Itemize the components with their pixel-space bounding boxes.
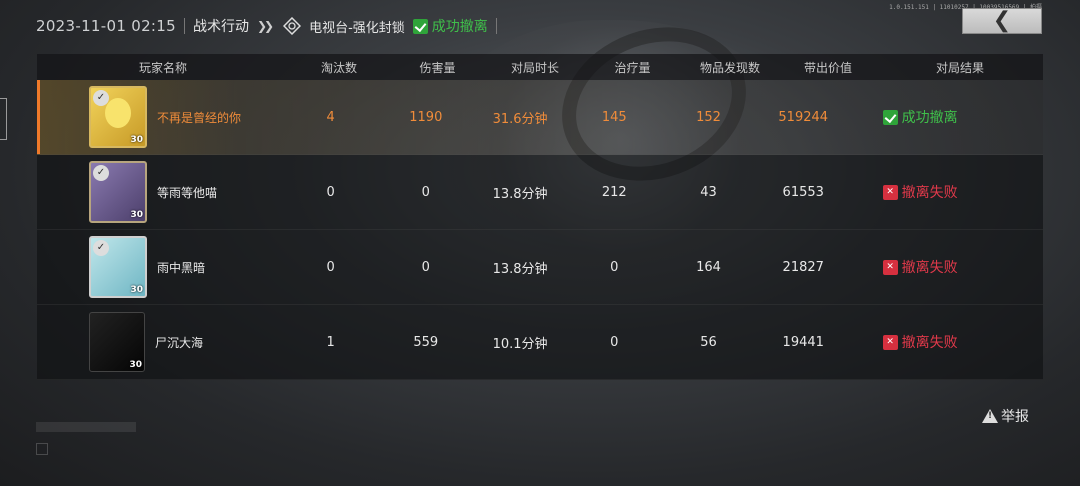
items-value: 164 (696, 259, 721, 275)
avatar-image (105, 98, 131, 128)
duration-value: 13.8分钟 (492, 186, 548, 202)
table-row[interactable]: ✓ 30 等雨等他喵 0 0 13.8分钟 212 43 61553 ✕ 撤离失… (37, 155, 1043, 230)
avatar[interactable]: ✓ 30 (89, 161, 147, 223)
rank-shield-icon: ✓ (93, 165, 109, 181)
background-ghost-box (36, 443, 48, 455)
rank-shield-icon: ✓ (93, 240, 109, 256)
result-status: ✕ 撤离失败 (851, 332, 1043, 352)
player-name: 尸沉大海 (155, 335, 204, 350)
kills-value: 0 (326, 184, 335, 200)
player-name: 等雨等他喵 (157, 185, 218, 200)
heal-value: 0 (610, 334, 619, 350)
report-label: 举报 (1001, 409, 1029, 425)
extract-value: 519244 (778, 109, 829, 125)
result-status: 成功撤离 (851, 107, 1043, 127)
player-name: 不再是曾经的你 (157, 110, 242, 125)
match-header: 2023-11-01 02:15 战术行动 ❯❯ 电视台-强化封锁 成功撤离 (36, 12, 497, 40)
header-divider (183, 18, 185, 34)
match-status: 成功撤离 (412, 16, 488, 36)
result-status: ✕ 撤离失败 (851, 182, 1043, 202)
check-icon (882, 109, 898, 125)
damage-value: 559 (413, 334, 439, 350)
player-name: 雨中黑暗 (157, 260, 206, 275)
header-value: 带出价值 (803, 60, 852, 75)
avatar[interactable]: 30 (89, 312, 145, 372)
result-status: ✕ 撤离失败 (851, 257, 1043, 277)
fail-icon: ✕ (882, 334, 898, 350)
damage-value: 0 (421, 184, 430, 200)
table-header: 玩家名称 淘汰数 伤害量 对局时长 治疗量 物品发现数 带出价值 对局结果 (37, 54, 1043, 80)
warning-icon (982, 409, 998, 423)
header-divider (495, 18, 497, 34)
damage-value: 0 (421, 259, 430, 275)
player-cell: 30 尸沉大海 (37, 312, 282, 372)
match-timestamp: 2023-11-01 02:15 (36, 17, 176, 35)
duration-value: 10.1分钟 (492, 336, 548, 352)
map-name: 电视台-强化封锁 (309, 20, 405, 36)
kills-value: 0 (326, 259, 335, 275)
extract-value: 19441 (782, 334, 824, 350)
duration-value: 13.8分钟 (492, 261, 548, 277)
avatar[interactable]: ✓ 30 (89, 236, 147, 298)
result-label: 成功撤离 (901, 110, 958, 126)
damage-value: 1190 (409, 109, 443, 125)
scoreboard-table: 玩家名称 淘汰数 伤害量 对局时长 治疗量 物品发现数 带出价值 对局结果 ✓ … (37, 54, 1043, 380)
extract-value: 61553 (782, 184, 824, 200)
player-level: 30 (130, 285, 143, 295)
player-level: 30 (130, 210, 143, 220)
header-heal: 治疗量 (614, 60, 651, 75)
background-ghost-bar (36, 422, 136, 432)
result-label: 撤离失败 (901, 335, 958, 351)
result-label: 撤离失败 (901, 260, 958, 276)
kills-value: 4 (326, 109, 335, 125)
header-kills: 淘汰数 (320, 60, 357, 75)
player-cell: ✓ 30 不再是曾经的你 (37, 86, 282, 148)
player-level: 30 (130, 135, 143, 145)
header-result: 对局结果 (935, 60, 984, 75)
kills-value: 1 (326, 334, 335, 350)
heal-value: 145 (601, 109, 627, 125)
fail-icon: ✕ (882, 184, 898, 200)
table-row[interactable]: ✓ 30 不再是曾经的你 4 1190 31.6分钟 145 152 51924… (37, 80, 1043, 155)
report-button[interactable]: 举报 (982, 406, 1029, 426)
items-value: 56 (700, 334, 717, 350)
chevron-left-icon: ❮ (992, 8, 1012, 33)
result-label: 撤离失败 (901, 185, 958, 201)
header-damage: 伤害量 (419, 60, 456, 75)
rank-shield-icon: ✓ (93, 90, 109, 106)
header-duration: 对局时长 (510, 60, 559, 75)
match-mode: 战术行动 (192, 19, 249, 35)
heal-value: 212 (601, 184, 627, 200)
items-value: 152 (696, 109, 721, 125)
player-level: 30 (129, 360, 142, 370)
player-cell: ✓ 30 雨中黑暗 (37, 236, 282, 298)
chevron-right-icon: ❯❯ (256, 19, 274, 33)
side-expand-tab[interactable] (0, 98, 7, 140)
items-value: 43 (700, 184, 717, 200)
table-row[interactable]: 30 尸沉大海 1 559 10.1分钟 0 56 19441 ✕ 撤离失败 (37, 305, 1043, 380)
avatar[interactable]: ✓ 30 (89, 86, 147, 148)
extract-value: 21827 (782, 259, 824, 275)
header-items-found: 物品发现数 (699, 60, 760, 75)
check-icon (412, 18, 428, 34)
fail-icon: ✕ (882, 259, 898, 275)
table-row[interactable]: ✓ 30 雨中黑暗 0 0 13.8分钟 0 164 21827 ✕ 撤离失败 (37, 230, 1043, 305)
header-player-name: 玩家名称 (138, 60, 187, 75)
heal-value: 0 (610, 259, 619, 275)
player-cell: ✓ 30 等雨等他喵 (37, 161, 282, 223)
back-button[interactable]: ❮ (962, 8, 1042, 34)
duration-value: 31.6分钟 (492, 111, 548, 127)
match-status-label: 成功撤离 (431, 19, 488, 35)
map-diamond-icon (283, 17, 302, 35)
